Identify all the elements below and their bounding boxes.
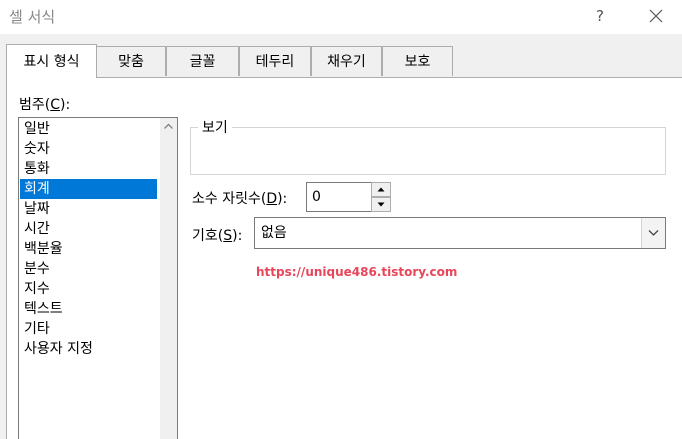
category-item-currency[interactable]: 통화: [20, 159, 157, 179]
symbol-dropdown[interactable]: 없음: [254, 217, 666, 249]
preview-label: 보기: [198, 117, 232, 137]
close-icon: [649, 9, 663, 23]
format-cells-dialog: 셀 서식 ? 표시 형식 맞춤 글꼴 테두리 채우기 보호 범주(C): 일반 …: [0, 0, 682, 439]
symbol-dropdown-button[interactable]: [641, 218, 665, 248]
category-item-scientific[interactable]: 지수: [20, 279, 157, 299]
category-item-date[interactable]: 날짜: [20, 199, 157, 219]
tab-alignment[interactable]: 맞춤: [96, 46, 166, 76]
decimal-places-input[interactable]: 0: [306, 182, 372, 212]
category-item-special[interactable]: 기타: [20, 319, 157, 339]
watermark-text: https://unique486.tistory.com: [256, 265, 458, 279]
triangle-down-icon: [377, 202, 385, 207]
category-item-fraction[interactable]: 분수: [20, 259, 157, 279]
chevron-down-icon: [648, 230, 659, 236]
tab-font[interactable]: 글꼴: [166, 46, 239, 76]
category-scrollbar[interactable]: [160, 118, 177, 439]
category-item-percentage[interactable]: 백분율: [20, 239, 157, 259]
triangle-up-icon: [377, 187, 385, 192]
category-listbox[interactable]: 일반 숫자 통화 회계 날짜 시간 백분율 분수 지수 텍스트 기타 사용자 지…: [18, 117, 178, 439]
dialog-title: 셀 서식: [9, 8, 56, 26]
category-item-custom[interactable]: 사용자 지정: [20, 339, 157, 359]
scroll-up-button[interactable]: [160, 118, 177, 135]
tab-fill[interactable]: 채우기: [311, 46, 382, 76]
tab-number[interactable]: 표시 형식: [6, 44, 97, 78]
decimal-decrease-button[interactable]: [371, 197, 391, 212]
chevron-up-icon: [164, 123, 173, 129]
category-item-number[interactable]: 숫자: [20, 139, 157, 159]
help-button[interactable]: ?: [588, 5, 612, 27]
tab-protection[interactable]: 보호: [382, 46, 453, 76]
decimal-increase-button[interactable]: [371, 182, 391, 197]
tab-strip: 표시 형식 맞춤 글꼴 테두리 채우기 보호: [0, 44, 682, 78]
title-bar: 셀 서식 ?: [0, 0, 682, 34]
symbol-label: 기호(S):: [192, 228, 243, 244]
symbol-selected-value: 없음: [261, 225, 287, 241]
close-button[interactable]: [643, 5, 669, 27]
preview-group: [190, 127, 666, 175]
category-item-general[interactable]: 일반: [20, 119, 157, 139]
category-item-text[interactable]: 텍스트: [20, 299, 157, 319]
decimal-places-label: 소수 자릿수(D):: [192, 191, 288, 207]
category-item-accounting[interactable]: 회계: [20, 179, 157, 199]
tab-border[interactable]: 테두리: [239, 46, 311, 76]
category-label: 범주(C):: [19, 97, 71, 113]
category-item-time[interactable]: 시간: [20, 219, 157, 239]
